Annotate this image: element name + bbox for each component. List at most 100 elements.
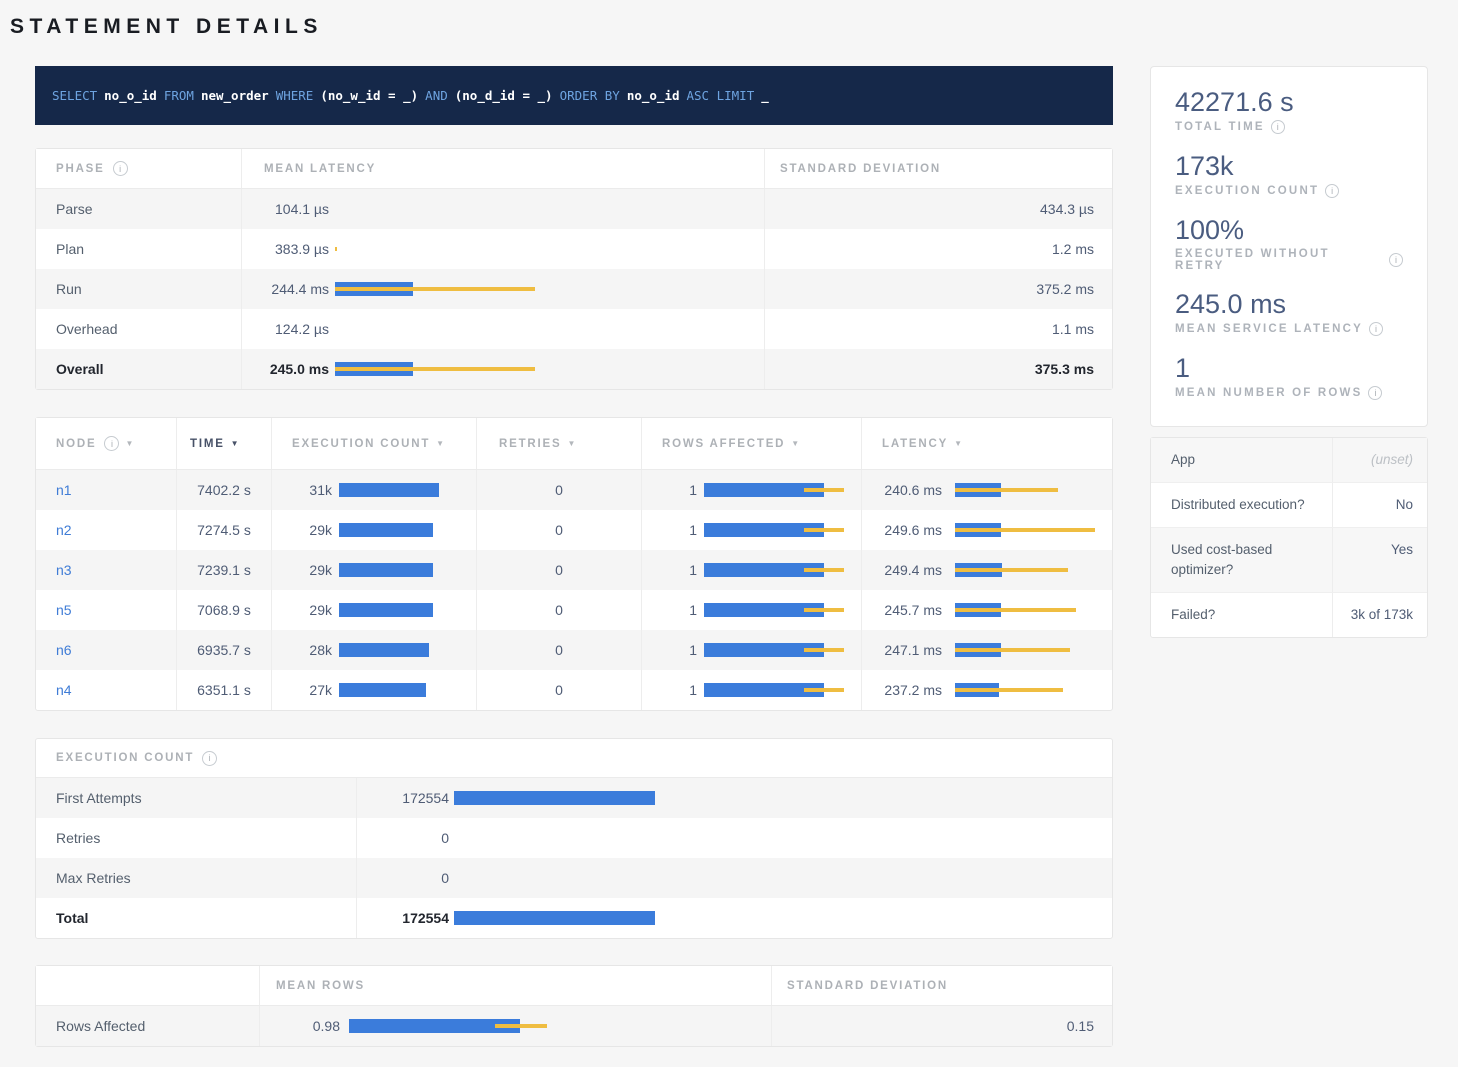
count-cell: 172554 xyxy=(356,778,1114,818)
phase-label: Overall xyxy=(36,349,241,389)
count-bar xyxy=(454,791,684,805)
sort-arrow-icon[interactable]: ▼ xyxy=(791,439,801,448)
info-icon[interactable]: i xyxy=(202,751,217,766)
bar-blue xyxy=(339,483,439,497)
blank-column-header xyxy=(36,966,259,1005)
rows-affected-cell: 1 xyxy=(641,470,861,510)
execution-count-table-header: EXECUTION COUNT i xyxy=(36,739,1112,778)
page-title: STATEMENT DETAILS xyxy=(10,8,1458,66)
sidebar: 42271.6 s TOTAL TIME i 173k EXECUTION CO… xyxy=(1150,66,1428,638)
mean-latency-cell: 124.2 µs xyxy=(241,309,764,349)
sort-arrow-icon[interactable]: ▼ xyxy=(436,439,446,448)
bar-stddev-whisker xyxy=(955,648,1070,652)
time-column-header[interactable]: TIME ▼ xyxy=(176,418,271,469)
stat-label: EXECUTED WITHOUT RETRY i xyxy=(1175,248,1403,272)
info-icon[interactable]: i xyxy=(1325,184,1339,198)
mean-latency-cell: 383.9 µs xyxy=(241,229,764,269)
sort-arrow-icon[interactable]: ▼ xyxy=(231,439,241,448)
rows-affected-table-header: MEAN ROWS STANDARD DEVIATION xyxy=(36,966,1112,1006)
node-link[interactable]: n4 xyxy=(56,682,72,698)
table-row: n2 7274.5 s 29k 0 1 xyxy=(36,510,1112,550)
bar-stddev-whisker xyxy=(335,247,337,251)
sort-arrow-icon[interactable]: ▼ xyxy=(125,439,135,448)
bar-stddev-whisker xyxy=(955,568,1068,572)
count-bar xyxy=(454,831,684,845)
info-icon[interactable]: i xyxy=(1271,120,1285,134)
retries-column-header[interactable]: RETRIES ▼ xyxy=(476,418,641,469)
rows-affected-cell: 1 xyxy=(641,550,861,590)
table-row-overall: Overall 245.0 ms 375.3 ms xyxy=(36,349,1112,389)
bar-blue xyxy=(339,643,429,657)
info-icon[interactable]: i xyxy=(1369,322,1383,336)
latency-value: 240.6 ms xyxy=(862,482,942,498)
sql-token: WHERE xyxy=(276,88,314,103)
info-icon[interactable]: i xyxy=(104,436,119,451)
latency-cell: 249.4 ms xyxy=(861,550,1114,590)
execution-count-cell: 29k xyxy=(271,510,476,550)
mean-latency-cell: 244.4 ms xyxy=(241,269,764,309)
info-icon[interactable]: i xyxy=(1368,386,1382,400)
phase-column-header: PHASE i xyxy=(36,149,241,188)
execution-count-header-label: EXECUTION COUNT xyxy=(292,438,430,450)
node-table-header: NODE i ▼ TIME ▼ EXECUTION COUNT ▼ RETRIE… xyxy=(36,418,1112,470)
table-row: n3 7239.1 s 29k 0 1 xyxy=(36,550,1112,590)
attribute-value: (unset) xyxy=(1332,438,1429,482)
execution-count-title-label: EXECUTION COUNT xyxy=(56,752,194,764)
node-link[interactable]: n2 xyxy=(56,522,72,538)
bar-stddev-whisker xyxy=(335,287,535,291)
stat-label: TOTAL TIME i xyxy=(1175,120,1403,134)
mean-latency-value: 124.2 µs xyxy=(242,321,329,337)
rows-affected-bar xyxy=(704,523,854,537)
node-link[interactable]: n6 xyxy=(56,642,72,658)
latency-value: 245.7 ms xyxy=(862,602,942,618)
latency-value: 249.4 ms xyxy=(862,562,942,578)
latency-value: 247.1 ms xyxy=(862,642,942,658)
row-label: Rows Affected xyxy=(36,1006,259,1046)
attribute-row-app: App (unset) xyxy=(1151,438,1427,483)
info-icon[interactable]: i xyxy=(113,161,128,176)
count-value: 0 xyxy=(357,830,449,846)
phase-label: Run xyxy=(36,269,241,309)
node-column-header[interactable]: NODE i ▼ xyxy=(36,418,176,469)
latency-bar xyxy=(335,202,545,216)
stat-label-text: MEAN SERVICE LATENCY xyxy=(1175,323,1363,335)
count-value: 172554 xyxy=(357,910,449,926)
stat-execution-count: 173k EXECUTION COUNT i xyxy=(1175,150,1403,198)
sql-token: SELECT xyxy=(52,88,97,103)
stat-value: 42271.6 s xyxy=(1175,86,1403,119)
latency-bar xyxy=(335,322,545,336)
latency-bar xyxy=(955,643,1102,657)
phase-latency-table: PHASE i MEAN LATENCY STANDARD DEVIATION … xyxy=(35,148,1113,390)
mean-rows-header-label: MEAN ROWS xyxy=(276,980,365,992)
count-cell: 172554 xyxy=(356,898,1114,938)
latency-bar xyxy=(335,282,545,296)
phase-table-header: PHASE i MEAN LATENCY STANDARD DEVIATION xyxy=(36,149,1112,189)
latency-cell: 240.6 ms xyxy=(861,470,1114,510)
rows-affected-column-header[interactable]: ROWS AFFECTED ▼ xyxy=(641,418,861,469)
table-row: n5 7068.9 s 29k 0 1 xyxy=(36,590,1112,630)
latency-column-header[interactable]: LATENCY ▼ xyxy=(861,418,1114,469)
rows-affected-bar xyxy=(704,683,854,697)
count-value: 172554 xyxy=(357,790,449,806)
node-link[interactable]: n3 xyxy=(56,562,72,578)
bar-blue xyxy=(454,791,655,805)
sort-arrow-icon[interactable]: ▼ xyxy=(954,439,964,448)
latency-bar xyxy=(335,242,545,256)
node-link[interactable]: n1 xyxy=(56,482,72,498)
node-link[interactable]: n5 xyxy=(56,602,72,618)
stat-label-text: TOTAL TIME xyxy=(1175,121,1265,133)
execution-count-bar xyxy=(339,563,474,577)
stat-label: MEAN NUMBER OF ROWS i xyxy=(1175,386,1403,400)
table-row: n1 7402.2 s 31k 0 1 xyxy=(36,470,1112,510)
table-row: Overhead 124.2 µs 1.1 ms xyxy=(36,309,1112,349)
latency-bar xyxy=(955,683,1102,697)
sort-arrow-icon[interactable]: ▼ xyxy=(567,439,577,448)
mean-latency-value: 245.0 ms xyxy=(242,361,329,377)
rows-affected-value: 1 xyxy=(642,642,697,658)
execution-count-table: EXECUTION COUNT i First Attempts 172554 … xyxy=(35,738,1113,939)
execution-count-column-header[interactable]: EXECUTION COUNT ▼ xyxy=(271,418,476,469)
info-icon[interactable]: i xyxy=(1389,253,1403,267)
latency-header-label: LATENCY xyxy=(882,438,948,450)
phase-label: Plan xyxy=(36,229,241,269)
count-bar xyxy=(454,871,684,885)
